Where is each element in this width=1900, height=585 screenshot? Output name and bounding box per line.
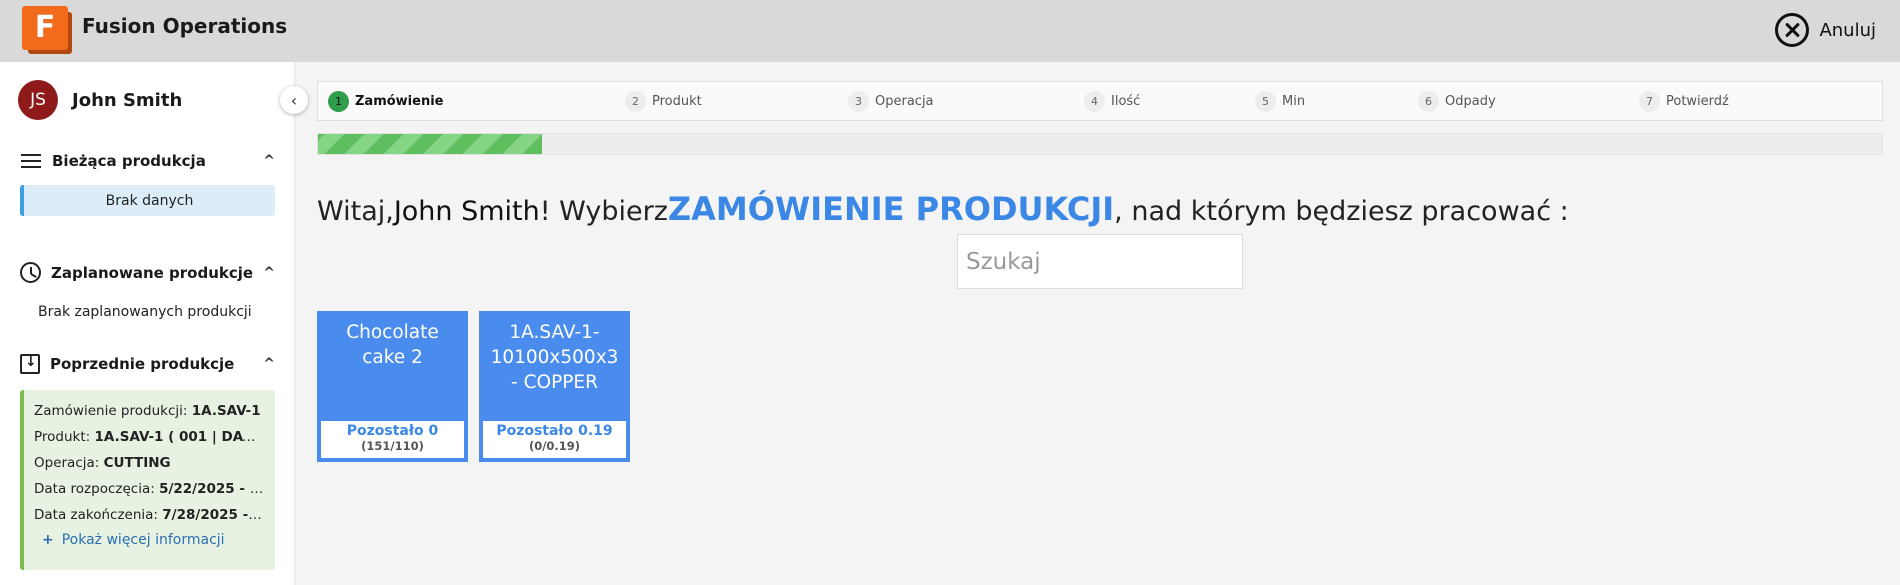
step-confirm[interactable]: 7 Potwierdź	[1639, 91, 1729, 112]
previous-operation-field: Operacja: CUTTING	[34, 455, 171, 471]
clock-icon	[20, 262, 41, 283]
order-count: (0/0.19)	[528, 439, 581, 453]
chevron-up-icon[interactable]: ^	[263, 153, 275, 169]
step-product[interactable]: 2 Produkt	[625, 91, 702, 112]
collapse-sidebar-button[interactable]: ‹	[280, 86, 308, 114]
section-current-header[interactable]: Bieżąca produkcja ^	[20, 150, 275, 172]
previous-start-date-field: Data rozpoczęcia: 5/22/2025 - ...	[34, 481, 265, 497]
order-card[interactable]: Chocolate cake 2 Pozostało 0 (151/110)	[317, 311, 468, 462]
user-info: JS John Smith	[18, 80, 182, 120]
fusion-logo-icon: F	[22, 6, 74, 54]
section-current-title: Bieżąca produkcja	[52, 152, 206, 170]
previous-order-field: Zamówienie produkcji: 1A.SAV-1	[34, 403, 261, 419]
plus-icon: +	[42, 532, 54, 548]
user-name: John Smith	[72, 89, 183, 111]
app-title: Fusion Operations	[82, 14, 288, 38]
archive-icon	[20, 354, 40, 374]
wizard-stepper: 1 Zamówienie 2 Produkt 3 Operacja 4 Ilość 5M…	[317, 81, 1883, 121]
welcome-user-name: John Smith	[393, 196, 540, 227]
wizard-progress-bar	[317, 133, 1883, 155]
order-card-footer: Pozostało 0 (151/110)	[321, 421, 464, 458]
section-previous-header[interactable]: Poprzednie produkcje ^	[20, 354, 275, 374]
step-order[interactable]: 1 Zamówienie	[328, 91, 444, 112]
chevron-up-icon[interactable]: ^	[263, 265, 275, 281]
current-production-empty: Brak danych	[20, 185, 275, 216]
avatar: JS	[18, 80, 58, 120]
previous-end-date-field: Data zakończenia: 7/28/2025 - ...	[34, 507, 265, 523]
order-card-footer: Pozostało 0.19 (0/0.19)	[483, 421, 626, 458]
order-card-title: Chocolate cake 2	[346, 322, 439, 368]
chevron-left-icon: ‹	[290, 90, 298, 110]
previous-production-card: Zamówienie produkcji: 1A.SAV-1 Produkt: …	[20, 390, 275, 570]
top-bar: F Fusion Operations Anuluj	[0, 0, 1900, 62]
section-planned-header[interactable]: Zaplanowane produkcje ^	[20, 262, 275, 283]
order-card[interactable]: 1A.SAV-1-10100x500x3 - COPPER Pozostało …	[479, 311, 630, 462]
section-previous-title: Poprzednie produkcje	[50, 355, 235, 373]
step-waste[interactable]: 6 Odpady	[1418, 91, 1496, 112]
show-more-info-link[interactable]: + Pokaż więcej informacji	[34, 532, 265, 548]
order-card-title: 1A.SAV-1-10100x500x3 - COPPER	[490, 322, 619, 393]
chevron-up-icon[interactable]: ^	[263, 356, 275, 372]
welcome-highlight: ZAMÓWIENIE PRODUKCJI	[667, 190, 1115, 228]
previous-product-field: Produkt: 1A.SAV-1 ( 001 | DAY ...	[34, 429, 265, 445]
progress-fill	[318, 134, 542, 154]
menu-icon	[20, 150, 42, 172]
order-remaining: Pozostało 0.19	[496, 423, 613, 439]
cancel-label: Anuluj	[1819, 19, 1876, 41]
order-remaining: Pozostało 0	[346, 423, 439, 439]
sidebar: JS John Smith Bieżąca produkcja ^ Brak d…	[0, 62, 295, 585]
planned-production-empty: Brak zaplanowanych produkcji	[38, 304, 252, 320]
search-input[interactable]	[957, 234, 1243, 289]
step-min[interactable]: 5 Min	[1255, 91, 1305, 112]
close-circle-icon	[1775, 13, 1810, 47]
order-count: (151/110)	[361, 439, 424, 453]
welcome-message: Witaj,John Smith! WybierzZAMÓWIENIE PROD…	[317, 190, 1569, 228]
section-planned-title: Zaplanowane produkcje	[51, 263, 254, 282]
step-quantity[interactable]: 4 Ilość	[1084, 91, 1140, 112]
cancel-button[interactable]: Anuluj	[1775, 12, 1876, 48]
step-operation[interactable]: 3 Operacja	[848, 91, 934, 112]
